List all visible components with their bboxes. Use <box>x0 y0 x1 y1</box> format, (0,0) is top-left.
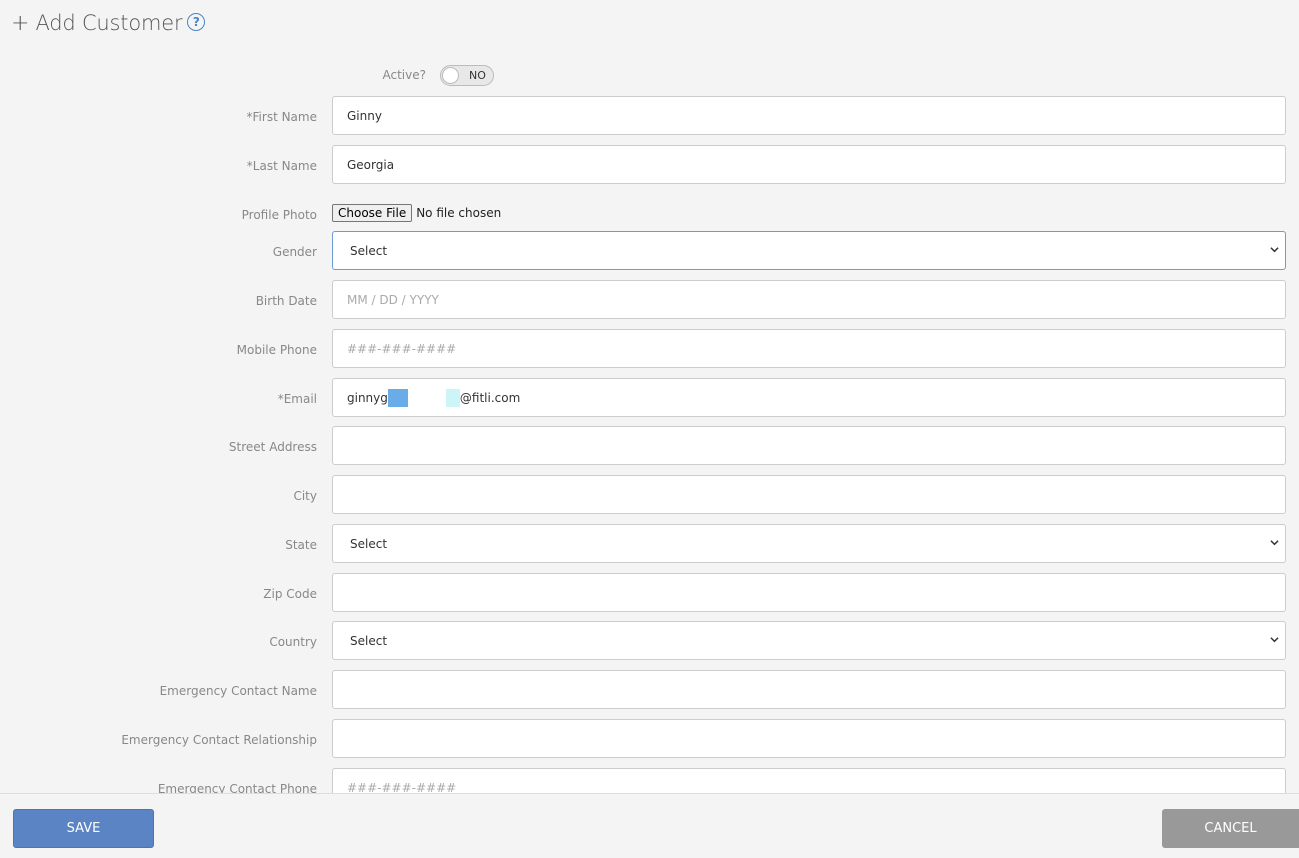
mobile-phone-input[interactable]: ###-###-#### <box>332 329 1286 368</box>
first-name-label: *First Name <box>246 110 317 124</box>
cancel-button[interactable]: CANCEL <box>1162 809 1299 848</box>
active-toggle[interactable]: NO <box>440 65 494 86</box>
last-name-input[interactable]: Georgia <box>332 145 1286 184</box>
active-label: Active? <box>382 68 427 82</box>
redaction-block <box>445 388 460 407</box>
chevron-down-icon <box>1270 637 1279 643</box>
street-address-label: Street Address <box>228 440 317 454</box>
plus-icon: + <box>11 10 30 36</box>
emergency-relationship-label: Emergency Contact Relationship <box>121 733 317 747</box>
page-title: Add Customer <box>35 11 183 35</box>
country-label: Country <box>269 635 317 649</box>
profile-photo-label: Profile Photo <box>241 208 317 222</box>
redaction-block <box>387 388 408 407</box>
state-selected-value: Select <box>350 536 388 551</box>
active-row: Active? NO <box>0 65 1299 87</box>
chevron-down-icon <box>1270 540 1279 546</box>
zip-code-label: Zip Code <box>263 587 317 601</box>
city-label: City <box>293 489 317 503</box>
profile-photo-picker: Choose File No file chosen <box>332 204 501 222</box>
email-suffix: @fitli.com <box>459 390 521 405</box>
first-name-input[interactable]: Ginny <box>332 96 1286 135</box>
page-header: + Add Customer ? <box>11 8 206 38</box>
add-customer-form: + Add Customer ? Active? NO *First Name … <box>0 0 1299 793</box>
toggle-knob <box>442 67 459 84</box>
email-prefix: ginnyg <box>347 390 388 405</box>
birth-date-label: Birth Date <box>255 294 317 308</box>
gender-label: Gender <box>272 245 317 259</box>
street-address-input[interactable] <box>332 426 1286 465</box>
save-button[interactable]: SAVE <box>13 809 154 848</box>
email-input[interactable]: ginnyg @fitli.com <box>332 378 1286 417</box>
mobile-phone-label: Mobile Phone <box>236 343 317 357</box>
city-input[interactable] <box>332 475 1286 514</box>
file-status: No file chosen <box>416 206 502 220</box>
toggle-state-label: NO <box>469 69 486 82</box>
gender-select[interactable]: Select <box>332 231 1286 270</box>
help-icon[interactable]: ? <box>187 12 206 31</box>
email-label: *Email <box>277 392 317 406</box>
form-footer: SAVE CANCEL <box>0 793 1299 858</box>
birth-date-input[interactable]: MM / DD / YYYY <box>332 280 1286 319</box>
emergency-relationship-input[interactable] <box>332 719 1286 758</box>
country-select[interactable]: Select <box>332 621 1286 660</box>
choose-file-button[interactable]: Choose File <box>332 204 413 222</box>
emergency-name-label: Emergency Contact Name <box>159 684 317 698</box>
emergency-phone-label: Emergency Contact Phone <box>157 782 317 793</box>
state-label: State <box>285 538 317 552</box>
emergency-phone-input[interactable]: ###-###-#### <box>332 768 1286 793</box>
state-select[interactable]: Select <box>332 524 1286 563</box>
country-selected-value: Select <box>350 633 388 648</box>
gender-selected-value: Select <box>350 243 388 258</box>
last-name-label: *Last Name <box>246 159 317 173</box>
emergency-name-input[interactable] <box>332 670 1286 709</box>
chevron-down-icon <box>1270 247 1279 253</box>
zip-code-input[interactable] <box>332 573 1286 612</box>
